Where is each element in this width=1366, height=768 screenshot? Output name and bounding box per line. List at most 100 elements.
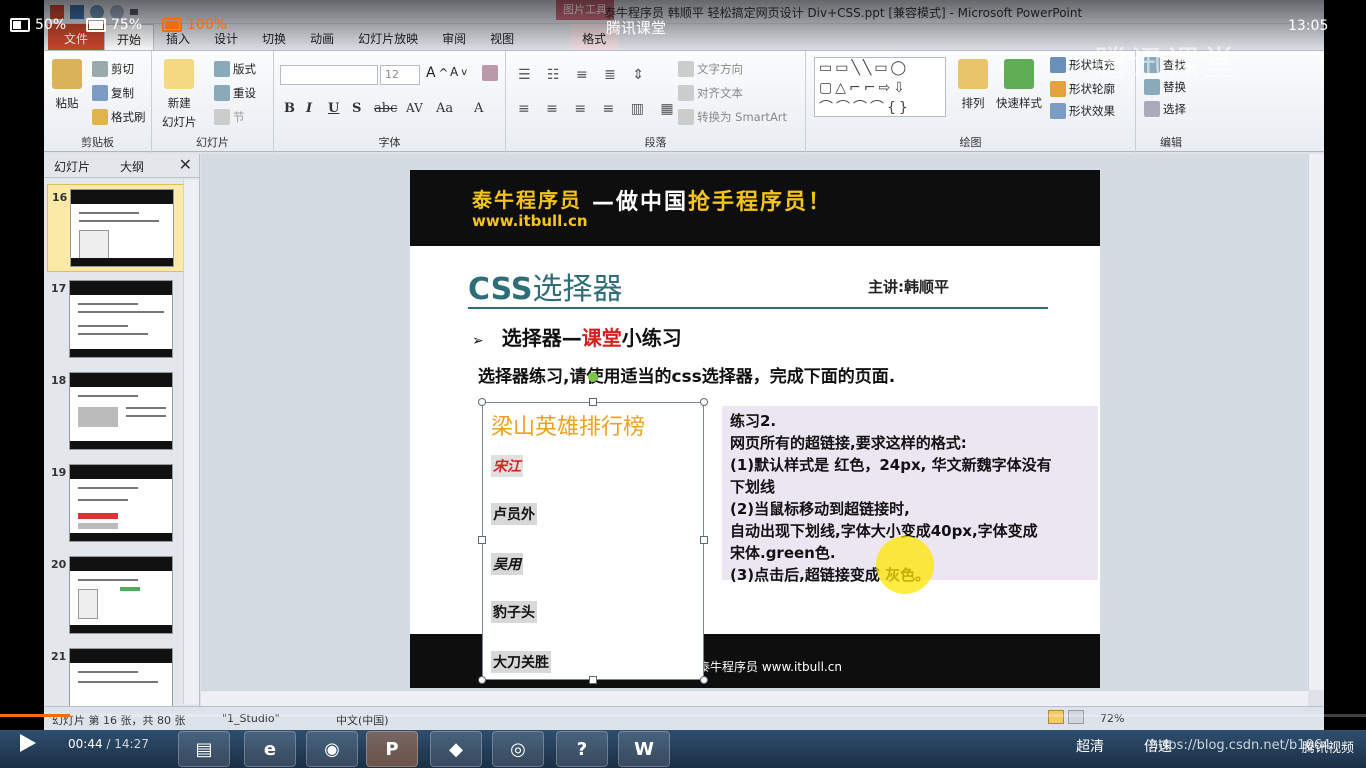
font-name-combo[interactable]	[280, 65, 378, 85]
shadow-button[interactable]: S	[352, 101, 361, 116]
resize-handle[interactable]	[700, 676, 708, 684]
select-button[interactable]: 选择	[1144, 101, 1186, 117]
underline-button[interactable]: U	[328, 101, 339, 116]
full-window-icon	[162, 18, 182, 32]
resize-handle[interactable]	[478, 398, 486, 406]
normal-view-icon[interactable]	[1048, 710, 1064, 724]
strikethrough-button[interactable]: abc	[374, 101, 397, 116]
speed-75-button[interactable]: 75%	[86, 17, 142, 33]
tab-slides[interactable]: 幻灯片	[54, 158, 90, 175]
format-painter-button[interactable]: 格式刷	[92, 109, 146, 125]
taskbar-explorer-icon[interactable]: ▤	[178, 731, 230, 767]
tab-animations[interactable]: 动画	[298, 24, 346, 50]
thumbnail-image	[69, 280, 173, 358]
status-bar: 幻灯片 第 16 张，共 80 张 "1_Studio" 中文(中国) 72%	[44, 706, 1324, 730]
play-icon[interactable]	[20, 734, 36, 752]
taskbar-ie-icon[interactable]: e	[244, 731, 296, 767]
speed-50-button[interactable]: 50%	[10, 17, 66, 33]
quality-button[interactable]: 超清	[1076, 736, 1104, 756]
resize-handle[interactable]	[700, 398, 708, 406]
slide-footer-text: 泰牛程序员 www.itbull.cn	[698, 660, 842, 674]
horizontal-scrollbar[interactable]	[201, 690, 1308, 706]
text-direction-button[interactable]: 文字方向	[678, 61, 743, 77]
bold-button[interactable]: B	[284, 101, 295, 116]
align-buttons[interactable]: ≡ ≡ ≡ ≡ ▥ ▦	[518, 101, 680, 117]
rotate-handle[interactable]	[588, 372, 598, 382]
align-text-button[interactable]: 对齐文本	[678, 85, 743, 101]
resize-handle[interactable]	[478, 676, 486, 684]
channel-title: 腾讯课堂	[606, 19, 667, 37]
paste-button[interactable]: 粘贴	[52, 59, 82, 111]
shapes-gallery[interactable]: ▭▭╲╲▭◯ ▢△⌐⌐⇨⇩ ⌒⌒⌒⌒{}	[814, 57, 946, 117]
video-progress-bar[interactable]	[0, 714, 1366, 717]
copy-button[interactable]: 复制	[92, 85, 134, 101]
resize-handle[interactable]	[589, 676, 597, 684]
shape-effects-button[interactable]: 形状效果	[1050, 103, 1115, 119]
font-group: 12 A ^ Av B I U S abc AV Aa A 字体	[274, 51, 506, 153]
slide-lecturer[interactable]: 主讲:韩顺平	[868, 276, 949, 297]
taskbar-word-icon[interactable]: W	[618, 731, 670, 767]
reset-icon	[214, 85, 230, 101]
font-color-button[interactable]: A	[474, 101, 483, 116]
slide-title[interactable]: CSS选择器	[468, 264, 622, 308]
taskbar-firefox-icon[interactable]: ◎	[492, 731, 544, 767]
clear-format-button[interactable]	[482, 65, 498, 81]
layout-button[interactable]: 版式	[214, 61, 256, 77]
slides-panel-scrollbar[interactable]	[183, 180, 199, 704]
resize-handle[interactable]	[700, 536, 708, 544]
thumbnail-number: 21	[51, 650, 67, 663]
taskbar-powerpoint-icon[interactable]: P	[366, 731, 418, 767]
thumbnail-number: 17	[51, 282, 67, 295]
close-panel-icon[interactable]: ✕	[179, 155, 192, 174]
new-slide-button[interactable]: 新建 幻灯片	[162, 59, 197, 130]
font-size-combo[interactable]: 12	[380, 65, 420, 85]
thumbnail-18[interactable]: 18	[47, 368, 187, 456]
grow-font-button[interactable]: A ^	[426, 65, 448, 81]
tab-slideshow[interactable]: 幻灯片放映	[346, 24, 430, 50]
italic-button[interactable]: I	[306, 101, 312, 116]
list-buttons[interactable]: ☰ ☷ ≡ ≣ ⇕	[518, 67, 650, 83]
font-group-label: 字体	[378, 136, 401, 149]
shrink-font-button[interactable]: Av	[450, 65, 467, 79]
quick-styles-icon	[1004, 59, 1034, 89]
smartart-button[interactable]: 转换为 SmartArt	[678, 109, 787, 125]
slide-canvas[interactable]: 泰牛程序员 —做中国抢手程序员！ www.itbull.cn CSS选择器 主讲…	[410, 170, 1100, 688]
thumbnail-20[interactable]: 20	[47, 552, 187, 640]
speed-100-button[interactable]: 100%	[162, 17, 227, 33]
change-case-button[interactable]: Aa	[436, 101, 453, 116]
vertical-scrollbar[interactable]	[1308, 154, 1324, 690]
thumbnail-16[interactable]: 16	[47, 184, 187, 272]
customize-qat-icon[interactable]	[130, 9, 138, 15]
resize-handle[interactable]	[478, 536, 486, 544]
thumbnail-17[interactable]: 17	[47, 276, 187, 364]
cut-button[interactable]: 剪切	[92, 61, 134, 77]
thumbnail-image	[69, 464, 173, 542]
align-text-icon	[678, 85, 694, 101]
thumbnail-19[interactable]: 19	[47, 460, 187, 548]
sorter-view-icon[interactable]	[1068, 710, 1084, 724]
hero-ranking-picture[interactable]: 梁山英雄排行榜 宋江 卢员外 吴用 豹子头 大刀关胜	[482, 402, 704, 680]
slide-bullet[interactable]: ➢ 选择器—课堂小练习	[472, 322, 682, 351]
quick-styles-button[interactable]: 快速样式	[996, 59, 1042, 111]
editing-group-label: 编辑	[1160, 136, 1182, 149]
section-button[interactable]: 节	[214, 109, 245, 125]
resize-handle[interactable]	[589, 398, 597, 406]
taskbar-chrome-icon[interactable]: ◉	[306, 731, 358, 767]
clock: 13:05	[1288, 18, 1329, 34]
slide-intro-text[interactable]: 选择器练习,请使用适当的css选择器，完成下面的页面.	[478, 362, 895, 387]
ranking-link-item: 卢员外	[491, 503, 537, 525]
tab-review[interactable]: 审阅	[430, 24, 478, 50]
tab-outline[interactable]: 大纲	[120, 158, 144, 175]
tab-transitions[interactable]: 切换	[250, 24, 298, 50]
reset-button[interactable]: 重设	[214, 85, 256, 101]
fill-icon	[1050, 57, 1066, 73]
arrange-button[interactable]: 排列	[958, 59, 988, 111]
tab-view[interactable]: 视图	[478, 24, 526, 50]
paste-icon	[52, 59, 82, 89]
char-spacing-button[interactable]: AV	[406, 101, 423, 115]
arrange-icon	[958, 59, 988, 89]
taskbar-help-icon[interactable]: ?	[556, 731, 608, 767]
save-icon[interactable]	[70, 5, 84, 19]
slides-panel: 幻灯片 大纲 ✕ 16 17 18 19 20 21	[44, 154, 200, 726]
taskbar-eraser-icon[interactable]: ◆	[430, 731, 482, 767]
